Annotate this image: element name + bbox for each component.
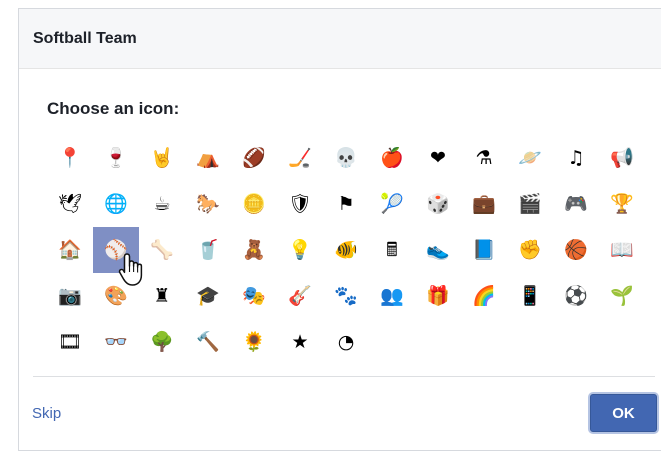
guitar-icon[interactable]: 🎸: [277, 273, 323, 319]
gift-icon[interactable]: 🎁: [415, 273, 461, 319]
football-icon[interactable]: 🏈: [231, 135, 277, 181]
star-badge-icon[interactable]: ★: [277, 319, 323, 365]
globe-icon[interactable]: 🌐: [93, 181, 139, 227]
dialog-header: Softball Team: [19, 9, 661, 69]
sunflower-icon[interactable]: 🌻: [231, 319, 277, 365]
horse-icon[interactable]: 🐎: [185, 181, 231, 227]
coffee-mug-icon[interactable]: ☕: [139, 181, 185, 227]
paw-print-icon[interactable]: 🐾: [323, 273, 369, 319]
bone-icon[interactable]: 🦴: [139, 227, 185, 273]
eyeglasses-icon[interactable]: 👓: [93, 319, 139, 365]
camping-tent-icon[interactable]: ⛺: [185, 135, 231, 181]
theater-masks-icon[interactable]: 🎭: [231, 273, 277, 319]
baseball-icon[interactable]: ⚾: [93, 227, 139, 273]
briefcase-icon[interactable]: 💼: [461, 181, 507, 227]
heart-rate-icon[interactable]: ❤: [415, 135, 461, 181]
cup-icon[interactable]: 🥤: [185, 227, 231, 273]
rock-hand-icon[interactable]: 🤘: [139, 135, 185, 181]
coin-icon[interactable]: 🪙: [231, 181, 277, 227]
tree-icon[interactable]: 🌳: [139, 319, 185, 365]
flag-icon[interactable]: ⚑: [323, 181, 369, 227]
paint-palette-icon[interactable]: 🎨: [93, 273, 139, 319]
notebook-icon[interactable]: 📘: [461, 227, 507, 273]
rainbow-icon[interactable]: 🌈: [461, 273, 507, 319]
light-bulb-icon[interactable]: 💡: [277, 227, 323, 273]
film-strip-icon[interactable]: 🎞: [47, 319, 93, 365]
book-icon[interactable]: 📖: [599, 227, 645, 273]
pin-icon[interactable]: 📍: [47, 135, 93, 181]
ok-button[interactable]: OK: [590, 394, 657, 432]
planet-icon[interactable]: 🪐: [507, 135, 553, 181]
skip-link[interactable]: Skip: [32, 405, 61, 422]
calculator-icon[interactable]: 🖩: [369, 227, 415, 273]
tennis-ball-icon[interactable]: 🎾: [369, 181, 415, 227]
sneaker-icon[interactable]: 👟: [415, 227, 461, 273]
game-controller-icon[interactable]: 🎮: [553, 181, 599, 227]
tablet-icon[interactable]: 📱: [507, 273, 553, 319]
camera-icon[interactable]: 📷: [47, 273, 93, 319]
shield-icon[interactable]: 🛡: [277, 181, 323, 227]
clapperboard-icon[interactable]: 🎬: [507, 181, 553, 227]
chess-rook-icon[interactable]: ♜: [139, 273, 185, 319]
dice-icon[interactable]: 🎲: [415, 181, 461, 227]
apple-icon[interactable]: 🍎: [369, 135, 415, 181]
potted-plant-icon[interactable]: 🌱: [599, 273, 645, 319]
contacts-icon[interactable]: 👥: [369, 273, 415, 319]
fist-icon[interactable]: ✊: [507, 227, 553, 273]
choose-icon-prompt: Choose an icon:: [47, 99, 180, 118]
dialog-title: Softball Team: [33, 29, 137, 47]
fish-bowl-icon[interactable]: 🐠: [323, 227, 369, 273]
soccer-ball-icon[interactable]: ⚽: [553, 273, 599, 319]
skull-icon[interactable]: 💀: [323, 135, 369, 181]
dove-icon[interactable]: 🕊: [47, 181, 93, 227]
hockey-puck-icon[interactable]: 🏒: [277, 135, 323, 181]
megaphone-icon[interactable]: 📢: [599, 135, 645, 181]
basketball-icon[interactable]: 🏀: [553, 227, 599, 273]
teddy-bear-icon[interactable]: 🧸: [231, 227, 277, 273]
choose-icon-dialog: Softball Team Choose an icon: 📍 🍷 🤘 ⛺ 🏈 🏒 💀 🍎 ❤ ⚗…: [18, 8, 661, 451]
pie-chart-icon[interactable]: ◔: [323, 319, 369, 365]
music-note-icon[interactable]: ♫: [553, 135, 599, 181]
flask-icon[interactable]: ⚗: [461, 135, 507, 181]
wine-glass-icon[interactable]: 🍷: [93, 135, 139, 181]
footer-divider: [33, 376, 655, 377]
gavel-icon[interactable]: 🔨: [185, 319, 231, 365]
trophy-icon[interactable]: 🏆: [599, 181, 645, 227]
graduation-cap-icon[interactable]: 🎓: [185, 273, 231, 319]
house-icon[interactable]: 🏠: [47, 227, 93, 273]
icon-grid: 📍 🍷 🤘 ⛺ 🏈 🏒 💀 🍎 ❤ ⚗ 🪐 ♫ 📢 🕊 🌐 ☕ 🐎 🪙 🛡 ⚑ 🎾 🎲 💼 🎬 🎮 🏆 🏠 ⚾ 🦴 🥤 🧸 💡 🐠 🖩 👟 📘 ✊ 🏀 📖 📷…: [47, 135, 647, 365]
